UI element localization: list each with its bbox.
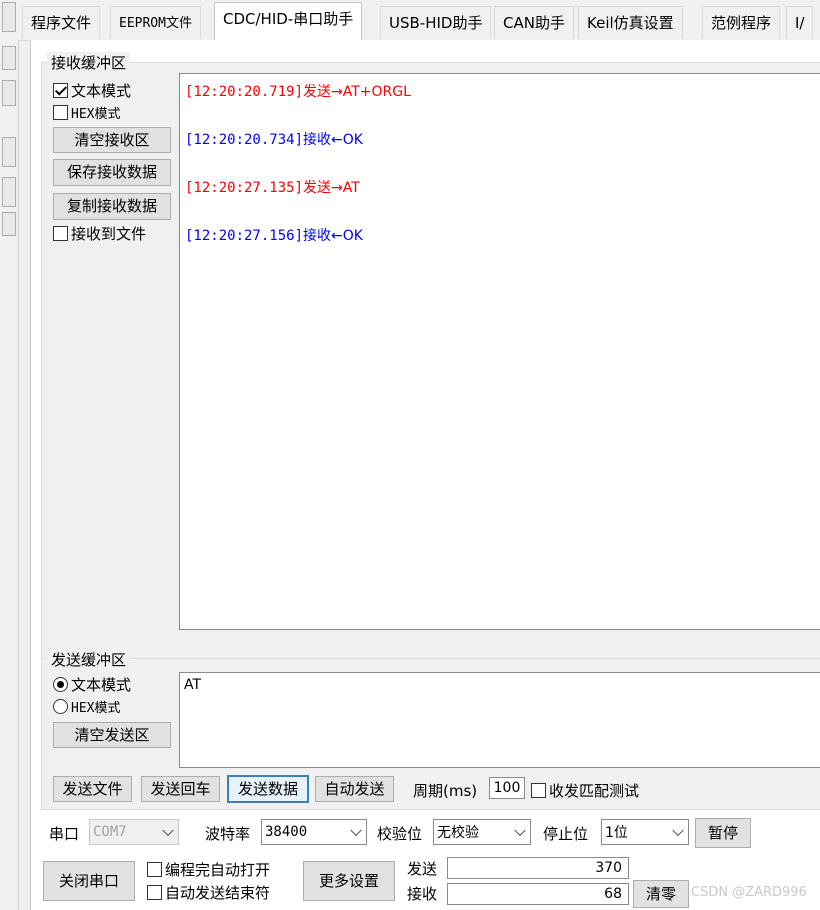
stop-bits-select[interactable]: 1位: [601, 819, 689, 845]
auto-end-checkbox[interactable]: 自动发送结束符: [147, 882, 270, 903]
left-edge-button-5[interactable]: [2, 177, 16, 207]
period-label-text: 周期(ms): [413, 782, 478, 800]
match-test-checkbox[interactable]: 收发匹配测试: [531, 780, 639, 801]
log-time-4: [12:20:27.156]: [185, 228, 304, 244]
log-line-2: [12:20:20.734]接收←OK: [185, 129, 363, 149]
match-test-label: 收发匹配测试: [549, 782, 640, 800]
tab-usb-hid[interactable]: USB-HID助手: [380, 6, 492, 39]
send-file-button[interactable]: 发送文件: [53, 776, 132, 802]
log-time-3: [12:20:27.135]: [185, 180, 304, 196]
tab-bar: 程序文件 EEPROM文件 CDC/HID-串口助手 USB-HID助手 CAN…: [18, 0, 820, 41]
radio-checked-icon: [53, 677, 68, 692]
chevron-down-icon: [672, 824, 684, 837]
send-hex-mode-radio[interactable]: HEX模式: [53, 697, 120, 716]
clear-receive-button[interactable]: 清空接收区: [53, 127, 171, 153]
copy-receive-button[interactable]: 复制接收数据: [53, 193, 171, 220]
sent-count-field: 370: [447, 857, 629, 879]
sent-label: 发送: [407, 860, 438, 878]
receive-text-mode-checkbox[interactable]: 文本模式: [53, 80, 131, 101]
send-enter-button[interactable]: 发送回车: [141, 776, 220, 802]
parity-value: 无校验: [437, 825, 479, 841]
auto-open-label: 编程完自动打开: [165, 861, 271, 879]
save-receive-button[interactable]: 保存接收数据: [53, 159, 171, 186]
serial-assistant-panel: 接收缓冲区 文本模式 HEX模式 清空接收区 保存接收数据 复制接收数据 接收到…: [30, 40, 820, 910]
auto-send-button[interactable]: 自动发送: [315, 776, 394, 802]
send-input-area[interactable]: AT: [179, 672, 820, 768]
parity-label: 校验位: [377, 825, 423, 843]
auto-open-checkbox[interactable]: 编程完自动打开: [147, 859, 270, 880]
checkbox-icon: [147, 862, 162, 877]
tab-keil-sim[interactable]: Keil仿真设置: [578, 6, 683, 39]
log-text-4: 接收←OK: [303, 228, 363, 244]
send-hex-mode-label: HEX模式: [71, 701, 121, 716]
send-input-text: AT: [184, 677, 202, 693]
recv-label: 接收: [407, 885, 438, 903]
receive-to-file-checkbox[interactable]: 接收到文件: [53, 223, 146, 244]
receive-hex-mode-checkbox[interactable]: HEX模式: [53, 103, 120, 122]
left-edge-button-3[interactable]: [2, 80, 16, 106]
pause-button[interactable]: 暂停: [695, 818, 751, 848]
receive-to-file-label: 接收到文件: [71, 225, 147, 243]
auto-end-label: 自动发送结束符: [165, 884, 271, 902]
checkbox-icon: [53, 105, 68, 120]
receive-buffer-title: 接收缓冲区: [47, 52, 131, 73]
tab-examples[interactable]: 范例程序: [702, 6, 781, 39]
baud-label: 波特率: [205, 825, 251, 843]
left-edge-button-1[interactable]: [2, 2, 16, 32]
left-edge-button-4[interactable]: [2, 137, 16, 167]
receive-hex-mode-label: HEX模式: [71, 107, 121, 122]
tab-can[interactable]: CAN助手: [494, 6, 574, 39]
checkbox-checked-icon: [53, 83, 68, 98]
send-text-mode-label: 文本模式: [71, 676, 132, 694]
checkbox-icon: [531, 783, 546, 798]
send-data-button[interactable]: 发送数据: [227, 775, 309, 803]
port-value: COM7: [93, 824, 127, 840]
clear-count-button[interactable]: 清零: [633, 880, 689, 908]
port-select[interactable]: COM7: [89, 819, 179, 845]
log-text-2: 接收←OK: [303, 132, 363, 148]
left-edge-strip: [0, 0, 19, 910]
stop-bits-label: 停止位: [543, 825, 589, 843]
baud-value: 38400: [265, 824, 308, 840]
clear-send-button[interactable]: 清空发送区: [53, 722, 171, 748]
stop-bits-value: 1位: [605, 825, 628, 841]
port-label: 串口: [49, 825, 80, 843]
period-input[interactable]: 100: [489, 777, 525, 799]
tab-eeprom-file[interactable]: EEPROM文件: [110, 6, 201, 39]
checkbox-icon: [147, 885, 162, 900]
receive-log-area[interactable]: [12:20:20.719]发送→AT+ORGL [12:20:20.734]接…: [179, 73, 820, 630]
watermark: CSDN @ZARD996: [691, 885, 807, 900]
left-edge-button-2[interactable]: [2, 46, 16, 70]
log-line-4: [12:20:27.156]接收←OK: [185, 225, 363, 245]
close-port-button[interactable]: 关闭串口: [43, 861, 135, 901]
checkbox-icon: [53, 226, 68, 241]
chevron-down-icon: [350, 824, 362, 837]
parity-select[interactable]: 无校验: [433, 819, 531, 845]
log-text-1: 发送→AT+ORGL: [303, 84, 411, 100]
log-time-2: [12:20:20.734]: [185, 132, 304, 148]
receive-text-mode-label: 文本模式: [71, 82, 132, 100]
send-buffer-title: 发送缓冲区: [47, 649, 131, 670]
tab-cdc-hid-serial[interactable]: CDC/HID-串口助手: [214, 2, 363, 41]
more-settings-button[interactable]: 更多设置: [303, 861, 395, 901]
chevron-down-icon: [514, 824, 526, 837]
log-line-1: [12:20:20.719]发送→AT+ORGL: [185, 81, 411, 101]
left-edge-button-6[interactable]: [2, 212, 16, 236]
tab-io[interactable]: I/: [786, 6, 814, 39]
radio-icon: [53, 699, 68, 714]
log-line-3: [12:20:27.135]发送→AT: [185, 177, 360, 197]
tab-program-file[interactable]: 程序文件: [22, 6, 101, 39]
send-text-mode-radio[interactable]: 文本模式: [53, 674, 131, 695]
log-time-1: [12:20:20.719]: [185, 84, 304, 100]
baud-select[interactable]: 38400: [261, 819, 367, 845]
period-label: 周期(ms): [413, 780, 477, 801]
log-text-3: 发送→AT: [303, 180, 360, 196]
chevron-down-icon: [162, 824, 174, 837]
recv-count-field: 68: [447, 883, 629, 905]
